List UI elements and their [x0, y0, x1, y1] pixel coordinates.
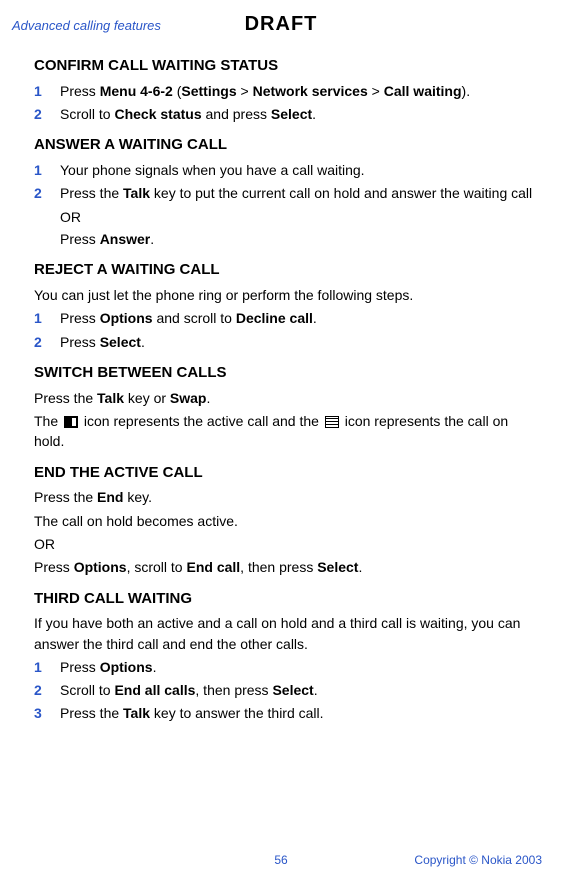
- draft-watermark: DRAFT: [191, 10, 370, 39]
- page-number: 56: [274, 852, 287, 869]
- page-header: Advanced calling features DRAFT: [0, 0, 562, 39]
- answer-press-answer: Press Answer.: [60, 229, 542, 249]
- section-name: Advanced calling features: [12, 17, 191, 36]
- reject-intro: You can just let the phone ring or perfo…: [34, 285, 542, 305]
- step-text: Press the Talk key to put the current ca…: [60, 183, 542, 203]
- third-step-1: 1 Press Options.: [34, 657, 542, 677]
- step-number: 3: [34, 703, 60, 723]
- step-text: Press Options.: [60, 657, 542, 677]
- switch-p2: The icon represents the active call and …: [34, 411, 542, 452]
- copyright: Copyright © Nokia 2003: [414, 852, 542, 869]
- answer-step-2: 2 Press the Talk key to put the current …: [34, 183, 542, 203]
- step-text: Press the Talk key to answer the third c…: [60, 703, 542, 723]
- step-text: Your phone signals when you have a call …: [60, 160, 542, 180]
- step-text: Scroll to End all calls, then press Sele…: [60, 680, 542, 700]
- reject-step-2: 2 Press Select.: [34, 332, 542, 352]
- confirm-step-1: 1 Press Menu 4-6-2 (Settings > Network s…: [34, 81, 542, 101]
- page-content: CONFIRM CALL WAITING STATUS 1 Press Menu…: [0, 39, 562, 724]
- third-intro: If you have both an active and a call on…: [34, 613, 542, 654]
- step-number: 2: [34, 680, 60, 700]
- step-number: 2: [34, 183, 60, 203]
- third-title: THIRD CALL WAITING: [34, 588, 542, 610]
- step-text: Press Menu 4-6-2 (Settings > Network ser…: [60, 81, 542, 101]
- answer-step-1: 1 Your phone signals when you have a cal…: [34, 160, 542, 180]
- reject-step-1: 1 Press Options and scroll to Decline ca…: [34, 308, 542, 328]
- page-footer: 56 Copyright © Nokia 2003: [0, 852, 562, 869]
- third-step-3: 3 Press the Talk key to answer the third…: [34, 703, 542, 723]
- step-number: 2: [34, 104, 60, 124]
- step-number: 1: [34, 81, 60, 101]
- end-p3: Press Options, scroll to End call, then …: [34, 557, 542, 577]
- step-number: 1: [34, 308, 60, 328]
- end-title: END THE ACTIVE CALL: [34, 462, 542, 484]
- step-number: 1: [34, 160, 60, 180]
- switch-title: SWITCH BETWEEN CALLS: [34, 362, 542, 384]
- reject-title: REJECT A WAITING CALL: [34, 259, 542, 281]
- confirm-title: CONFIRM CALL WAITING STATUS: [34, 55, 542, 77]
- step-number: 1: [34, 657, 60, 677]
- step-text: Press Options and scroll to Decline call…: [60, 308, 542, 328]
- step-text: Press Select.: [60, 332, 542, 352]
- answer-title: ANSWER A WAITING CALL: [34, 134, 542, 156]
- third-step-2: 2 Scroll to End all calls, then press Se…: [34, 680, 542, 700]
- switch-p1: Press the Talk key or Swap.: [34, 388, 542, 408]
- end-or: OR: [34, 534, 542, 554]
- end-p2: The call on hold becomes active.: [34, 511, 542, 531]
- hold-call-icon: [325, 416, 339, 428]
- confirm-step-2: 2 Scroll to Check status and press Selec…: [34, 104, 542, 124]
- step-text: Scroll to Check status and press Select.: [60, 104, 542, 124]
- answer-or: OR: [60, 207, 542, 227]
- step-number: 2: [34, 332, 60, 352]
- active-call-icon: [64, 416, 78, 428]
- end-p1: Press the End key.: [34, 487, 542, 507]
